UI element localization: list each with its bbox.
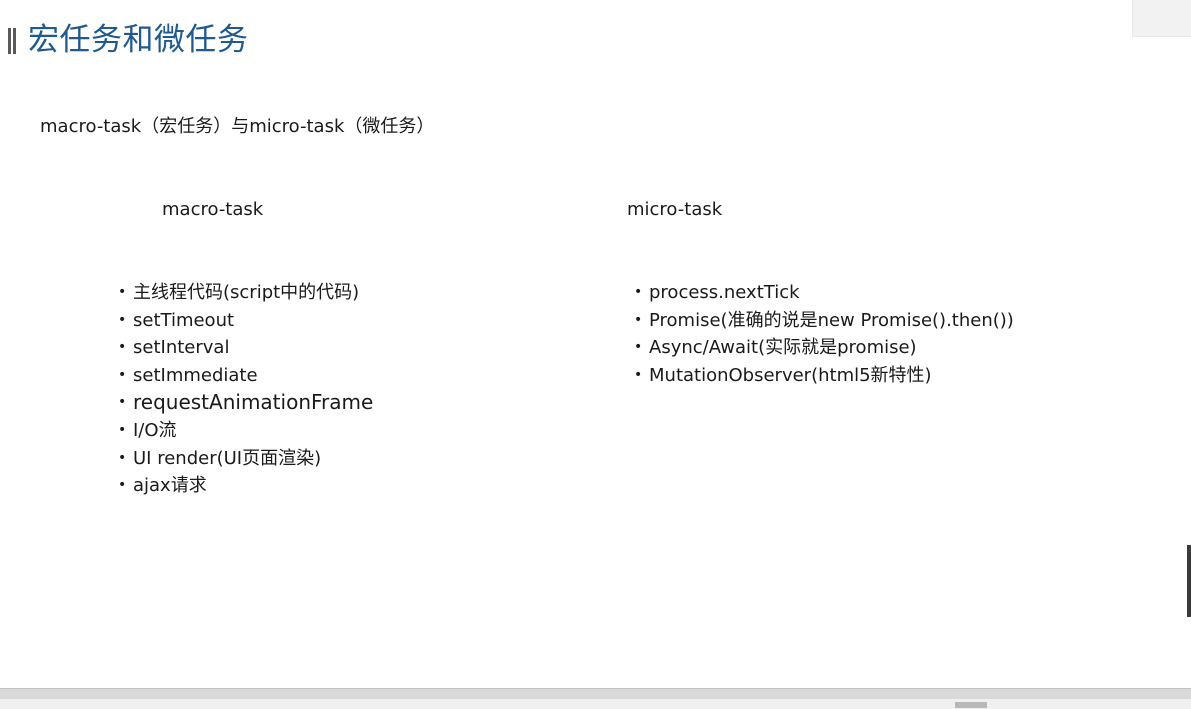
list-item-text: I/O流 xyxy=(133,419,177,441)
bullet-dot-icon: • xyxy=(118,339,127,356)
list-item-text: requestAnimationFrame xyxy=(133,390,374,415)
list-item: • Async/Await(实际就是promise) xyxy=(634,334,1014,362)
title-accent-stripe xyxy=(13,28,16,54)
micro-task-header: micro-task xyxy=(627,199,723,220)
list-item: • process.nextTick xyxy=(634,279,1014,307)
bullet-dot-icon: • xyxy=(634,311,643,328)
list-item-text: setInterval xyxy=(133,337,230,359)
list-item-text: MutationObserver(html5新特性) xyxy=(649,364,932,386)
bullet-dot-icon: • xyxy=(118,449,127,466)
list-item: • setTimeout xyxy=(118,307,373,335)
list-item: • setInterval xyxy=(118,334,373,362)
bullet-dot-icon: • xyxy=(118,394,127,411)
bullet-dot-icon: • xyxy=(118,366,127,383)
window-corner-tab xyxy=(1132,0,1191,37)
horizontal-scrollbar[interactable] xyxy=(0,688,1191,709)
slide-subtitle: macro-task（宏任务）与micro-task（微任务） xyxy=(40,116,435,137)
macro-task-list: • 主线程代码(script中的代码) • setTimeout • setInter… xyxy=(118,279,373,500)
list-item-text: Promise(准确的说是new Promise().then()) xyxy=(649,309,1014,331)
bullet-dot-icon: • xyxy=(118,421,127,438)
list-item: • ajax请求 xyxy=(118,472,373,500)
scrollbar-thumb[interactable] xyxy=(955,702,987,708)
slide-title: 宏任务和微任务 xyxy=(28,22,249,58)
list-item-text: setTimeout xyxy=(133,309,235,331)
micro-task-list: • process.nextTick • Promise(准确的说是new Prom… xyxy=(634,279,1014,389)
bullet-dot-icon: • xyxy=(118,477,127,494)
list-item: • setImmediate xyxy=(118,362,373,390)
list-item: • I/O流 xyxy=(118,417,373,445)
bullet-dot-icon: • xyxy=(634,339,643,356)
list-item: • MutationObserver(html5新特性) xyxy=(634,362,1014,390)
title-accent-stripe xyxy=(8,28,11,54)
list-item-text: ajax请求 xyxy=(133,475,207,497)
bullet-dot-icon: • xyxy=(118,311,127,328)
list-item: • requestAnimationFrame xyxy=(118,389,373,417)
macro-task-header: macro-task xyxy=(162,199,264,220)
list-item: • Promise(准确的说是new Promise().then()) xyxy=(634,307,1014,335)
right-edge-scroll-marker xyxy=(1187,545,1191,617)
list-item: • UI render(UI页面渲染) xyxy=(118,445,373,473)
list-item-text: UI render(UI页面渲染) xyxy=(133,447,322,469)
list-item-text: 主线程代码(script中的代码) xyxy=(133,282,360,303)
bullet-dot-icon: • xyxy=(118,284,127,300)
list-item: • 主线程代码(script中的代码) xyxy=(118,279,373,307)
bullet-dot-icon: • xyxy=(634,366,643,383)
list-item-text: Async/Await(实际就是promise) xyxy=(649,337,917,359)
presentation-slide: 宏任务和微任务 macro-task（宏任务）与micro-task（微任务） … xyxy=(0,0,1191,688)
title-accent-bar xyxy=(8,28,16,54)
list-item-text: setImmediate xyxy=(133,364,258,386)
list-item-text: process.nextTick xyxy=(649,282,800,303)
bullet-dot-icon: • xyxy=(634,284,643,300)
